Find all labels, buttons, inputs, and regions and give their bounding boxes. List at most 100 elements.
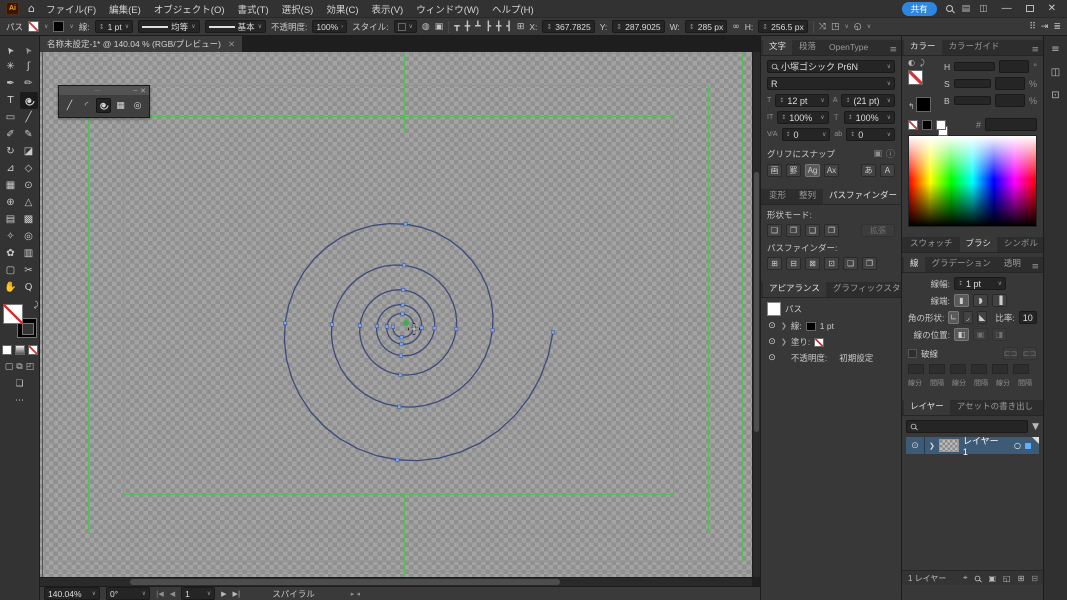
collapse-panels-icon[interactable]: ≡ [1051,44,1059,55]
slice-tool[interactable]: ✂ [20,262,38,279]
first-artboard-icon[interactable]: |◀ [156,590,164,598]
width-profile-select[interactable]: 均等∨ [138,20,199,33]
angular-guide-button[interactable]: あ [861,164,876,177]
spiral-tool[interactable] [20,92,38,109]
merge-button[interactable]: ⊠ [805,257,820,270]
recolor-artwork-icon[interactable]: ◍ [422,22,430,32]
tab-align[interactable]: 整列 [793,187,822,204]
style-select[interactable]: ∨ [394,20,417,33]
document-tab[interactable]: 名称未設定-1* @ 140.04 % (RGB/プレビュー) ✕ [40,36,242,52]
tab-color[interactable]: カラー [904,38,942,55]
kerning-field[interactable]: ↕0∨ [782,128,831,141]
vertical-scale-field[interactable]: ↕100%∨ [777,111,828,124]
scale-tool[interactable]: ⊿ [2,160,20,177]
align-top-icon[interactable]: ┳ [454,22,459,32]
exclude-button[interactable]: ❒ [824,224,839,237]
arc-tool[interactable]: ◜ [79,98,94,113]
horizontal-scrollbar[interactable] [40,577,752,586]
spiral-path[interactable] [283,222,554,461]
minimize-button[interactable]: — [997,3,1017,14]
mesh-tool[interactable]: ▤ [2,211,20,228]
hex-field[interactable] [985,118,1037,131]
menu-file[interactable]: ファイル(F) [44,2,98,16]
panel-menu-icon[interactable]: ≡ [1031,262,1041,272]
tab-color-guide[interactable]: カラーガイド [943,38,1006,55]
tab-swatches[interactable]: スウォッチ [904,235,959,252]
document-setup-icon[interactable]: ▣ [435,22,444,32]
reference-point-icon[interactable]: ⊞ [517,22,525,32]
eraser-tool[interactable]: ◪ [20,143,38,160]
tab-appearance[interactable]: アピアランス [763,280,826,297]
menu-edit[interactable]: 編集(E) [107,2,143,16]
tracking-field[interactable]: ↕0∨ [846,128,895,141]
y-field[interactable]: ↕287.9025 [612,20,664,33]
none-swatch[interactable] [908,120,918,130]
gradient-tool[interactable]: ▩ [20,211,38,228]
constrain-proportions-icon[interactable]: ∞ [732,22,740,32]
eyedropper-tool[interactable]: ✧ [2,228,20,245]
rectangular-grid-tool[interactable]: ▦ [113,98,128,113]
tab-opentype[interactable]: OpenType [823,40,874,55]
trim-button[interactable]: ⊟ [786,257,801,270]
font-style-select[interactable]: R∨ [767,77,895,90]
arrange-documents-icon[interactable]: ▤ [962,4,971,14]
rectangle-tool[interactable]: ▭ [2,109,20,126]
cap-projecting-button[interactable]: ▐ [992,294,1007,307]
brush-select[interactable]: 基本∨ [205,20,266,33]
opacity-field[interactable]: 100%› [312,20,347,33]
unite-button[interactable]: ❏ [767,224,782,237]
menu-window[interactable]: ウィンドウ(W) [414,2,481,16]
align-hcenter-icon[interactable]: ╋ [496,22,501,32]
appearance-fill-swatch-none[interactable] [814,338,824,347]
menu-select[interactable]: 選択(S) [280,2,316,16]
color-spectrum[interactable] [908,135,1037,227]
magic-wand-tool[interactable]: ✳ [2,58,20,75]
visibility-eye-icon[interactable]: ⊙ [767,321,777,331]
make-clipping-mask-icon[interactable]: ▣ [988,574,996,583]
color-swap-icon[interactable]: ◐ [908,58,915,67]
align-right-icon[interactable]: ┫ [506,22,511,32]
brightness-field[interactable] [995,94,1025,107]
tab-transform[interactable]: 変形 [763,187,792,204]
next-artboard-icon[interactable]: ▶ [221,590,226,598]
preferences-icon[interactable]: ⠿ [1029,22,1036,32]
black-swatch[interactable] [922,120,932,130]
tab-stroke[interactable]: 線 [904,255,925,272]
draw-inside-icon[interactable]: ◰ [26,362,35,372]
layer-selection-indicator[interactable] [1025,443,1031,449]
line-tools-floating-palette[interactable]: ∙∙∙∙ – ✕ ╱◜▦◎ [58,85,150,118]
free-transform-tool[interactable]: ▦ [2,177,20,194]
palette-close-icon[interactable]: ✕ [140,87,146,95]
miter-ratio-field[interactable]: 10 [1019,311,1037,324]
cap-round-button[interactable]: ◗ [973,294,988,307]
horizontal-scroll-thumb[interactable] [130,579,560,585]
layer-name[interactable]: レイヤー 1 [963,434,1006,457]
corner-round-button[interactable]: ◞ [963,311,973,324]
saturation-slider[interactable] [954,79,991,88]
width-tool[interactable]: ◇ [20,160,38,177]
layer-visibility-eye-icon[interactable]: ⊙ [910,441,920,451]
rotate-tool[interactable]: ↻ [2,143,20,160]
snap-baseline-button[interactable]: 罫 [786,164,801,177]
screen-mode-icon[interactable]: ❏ [15,379,23,389]
color-mode-button[interactable] [2,345,12,355]
swap-fill-stroke-icon[interactable]: ⤸ [34,300,39,310]
align-vcenter-icon[interactable]: ╋ [465,22,470,32]
none-mode-button[interactable] [28,345,38,355]
artboard-nav-field[interactable]: 1∨ [181,587,215,600]
horizontal-scale-field[interactable]: ↕100%∨ [844,111,895,124]
align-bottom-icon[interactable]: ┻ [475,22,480,32]
home-icon[interactable]: ⌂ [28,2,35,15]
zoom-level-select[interactable]: 140.04%∨ [44,587,100,600]
fill-indicator-none[interactable] [3,304,23,324]
tab-transparency[interactable]: 透明 [998,255,1027,272]
h-field[interactable]: ↕256.5 px [758,20,808,33]
status-expand-icon[interactable]: ▸ ◂ [351,590,360,598]
prev-artboard-icon[interactable]: ◀ [170,590,175,598]
tab-paragraph[interactable]: 段落 [793,38,822,55]
x-field[interactable]: ↕367.7825 [542,20,594,33]
glyph-guides-icon[interactable]: ▣ [873,149,882,159]
filter-icon[interactable]: ▼ [1032,422,1039,432]
layer-expand-chevron-icon[interactable]: ❯ [929,442,935,450]
palette-title-bar[interactable]: ∙∙∙∙ – ✕ [59,86,149,95]
